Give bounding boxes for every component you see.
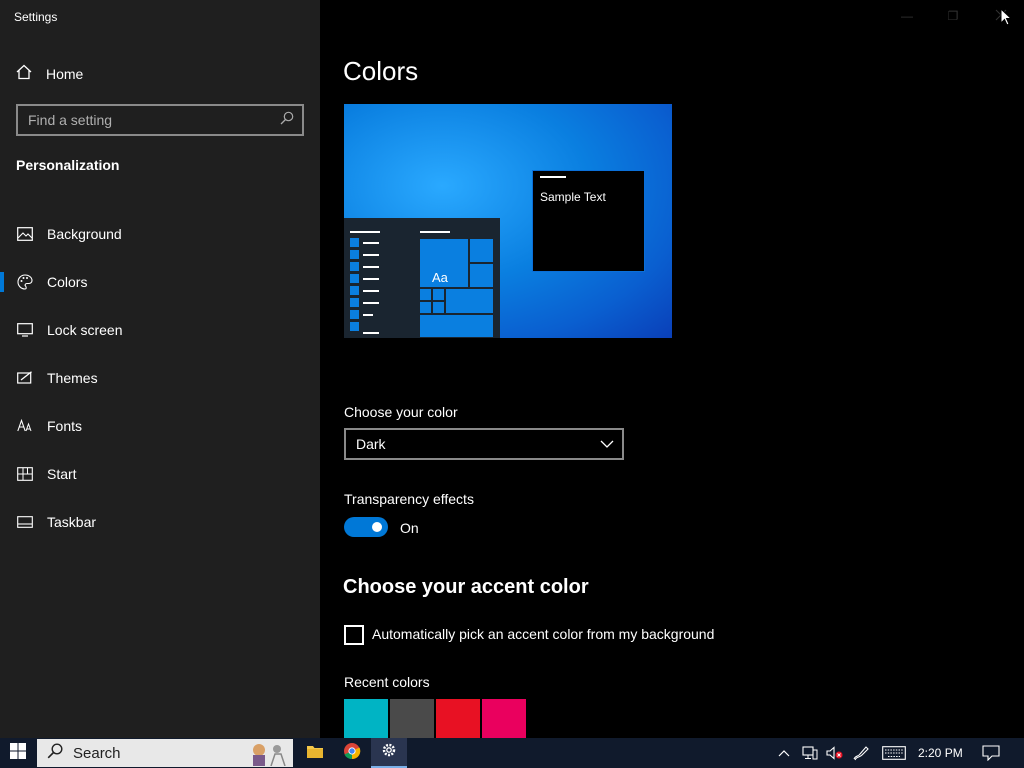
section-title: Personalization [16, 157, 120, 173]
maximize-icon: ❐ [947, 9, 959, 23]
recent-color-swatch[interactable] [344, 699, 388, 743]
sidebar-item-label: Background [47, 226, 122, 242]
preview-start-menu: Aa [344, 218, 500, 338]
sidebar-item-colors[interactable]: Colors [0, 258, 320, 306]
taskbar-search-label: Search [73, 744, 121, 762]
search-icon [47, 742, 63, 764]
search-box[interactable] [16, 104, 304, 136]
sidebar-item-label: Themes [47, 370, 98, 386]
sidebar-item-taskbar[interactable]: Taskbar [0, 498, 320, 546]
recent-color-swatch[interactable] [436, 699, 480, 743]
home-label: Home [46, 66, 84, 82]
home-button[interactable]: Home [16, 62, 83, 86]
taskbar-icon [16, 513, 34, 531]
taskbar-app-file-explorer[interactable] [297, 738, 333, 768]
sidebar-item-label: Colors [47, 274, 88, 290]
recent-colors-label: Recent colors [344, 674, 430, 690]
minimize-button[interactable]: — [884, 0, 930, 32]
start-icon [16, 465, 34, 483]
transparency-label: Transparency effects [344, 491, 474, 507]
show-hidden-icons-icon[interactable] [778, 744, 790, 762]
lock-screen-icon [16, 321, 34, 339]
windows-logo-icon [10, 742, 26, 764]
sidebar-item-label: Start [47, 466, 77, 482]
page-title: Colors [343, 56, 419, 86]
sidebar: Settings Home Personalization Background… [0, 0, 320, 738]
taskbar-app-chrome[interactable] [334, 738, 370, 768]
sidebar-item-background[interactable]: Background [0, 210, 320, 258]
recent-color-swatch[interactable] [482, 699, 526, 743]
palette-icon [16, 273, 34, 291]
search-icon[interactable] [280, 111, 294, 130]
touch-keyboard-icon[interactable] [882, 744, 906, 762]
sidebar-item-lock-screen[interactable]: Lock screen [0, 306, 320, 354]
home-icon [16, 64, 32, 85]
app-title: Settings [14, 10, 58, 24]
volume-muted-icon[interactable] [826, 744, 844, 762]
image-icon [16, 225, 34, 243]
recent-color-swatch[interactable] [390, 699, 434, 743]
transparency-toggle[interactable] [344, 517, 388, 537]
preview-sample-text: Sample Text [540, 190, 606, 204]
theme-preview: Aa Sample Text [344, 104, 672, 338]
accent-heading: Choose your accent color [343, 576, 589, 598]
choose-color-value: Dark [356, 436, 386, 452]
fonts-icon [16, 417, 34, 435]
pen-workspace-icon[interactable] [852, 744, 870, 762]
transparency-state: On [400, 520, 419, 536]
taskbar-app-settings[interactable] [371, 738, 407, 768]
sidebar-item-label: Fonts [47, 418, 83, 434]
auto-accent-checkbox[interactable] [344, 625, 364, 645]
sidebar-item-label: Taskbar [47, 514, 97, 530]
sidebar-item-label: Lock screen [47, 322, 123, 338]
themes-icon [16, 369, 34, 387]
start-button[interactable] [0, 738, 36, 768]
minimize-icon: — [901, 9, 913, 23]
choose-color-dropdown[interactable]: Dark [344, 428, 624, 460]
cortana-illustration-icon [245, 740, 289, 767]
chrome-icon [343, 742, 361, 765]
network-icon[interactable] [802, 744, 818, 762]
choose-color-label: Choose your color [344, 404, 458, 420]
maximize-button[interactable]: ❐ [930, 0, 976, 32]
nav-list: Background Colors Lock screen Themes Fon… [0, 210, 320, 546]
sidebar-item-start[interactable]: Start [0, 450, 320, 498]
settings-icon [381, 742, 397, 763]
preview-tile-text: Aa [432, 270, 448, 285]
sidebar-item-themes[interactable]: Themes [0, 354, 320, 402]
chevron-down-icon [600, 435, 614, 453]
toggle-knob [372, 522, 382, 532]
action-center-icon[interactable] [982, 744, 1000, 762]
taskbar: Search 2:20 PM [0, 738, 1024, 768]
auto-accent-label: Automatically pick an accent color from … [372, 626, 715, 642]
taskbar-clock[interactable]: 2:20 PM [918, 746, 963, 760]
preview-sample-window: Sample Text [532, 170, 645, 272]
sidebar-item-fonts[interactable]: Fonts [0, 402, 320, 450]
file-explorer-icon [306, 743, 324, 764]
search-input[interactable] [28, 112, 280, 128]
mouse-cursor-icon [1000, 7, 1013, 31]
taskbar-search-box[interactable]: Search [37, 739, 293, 767]
